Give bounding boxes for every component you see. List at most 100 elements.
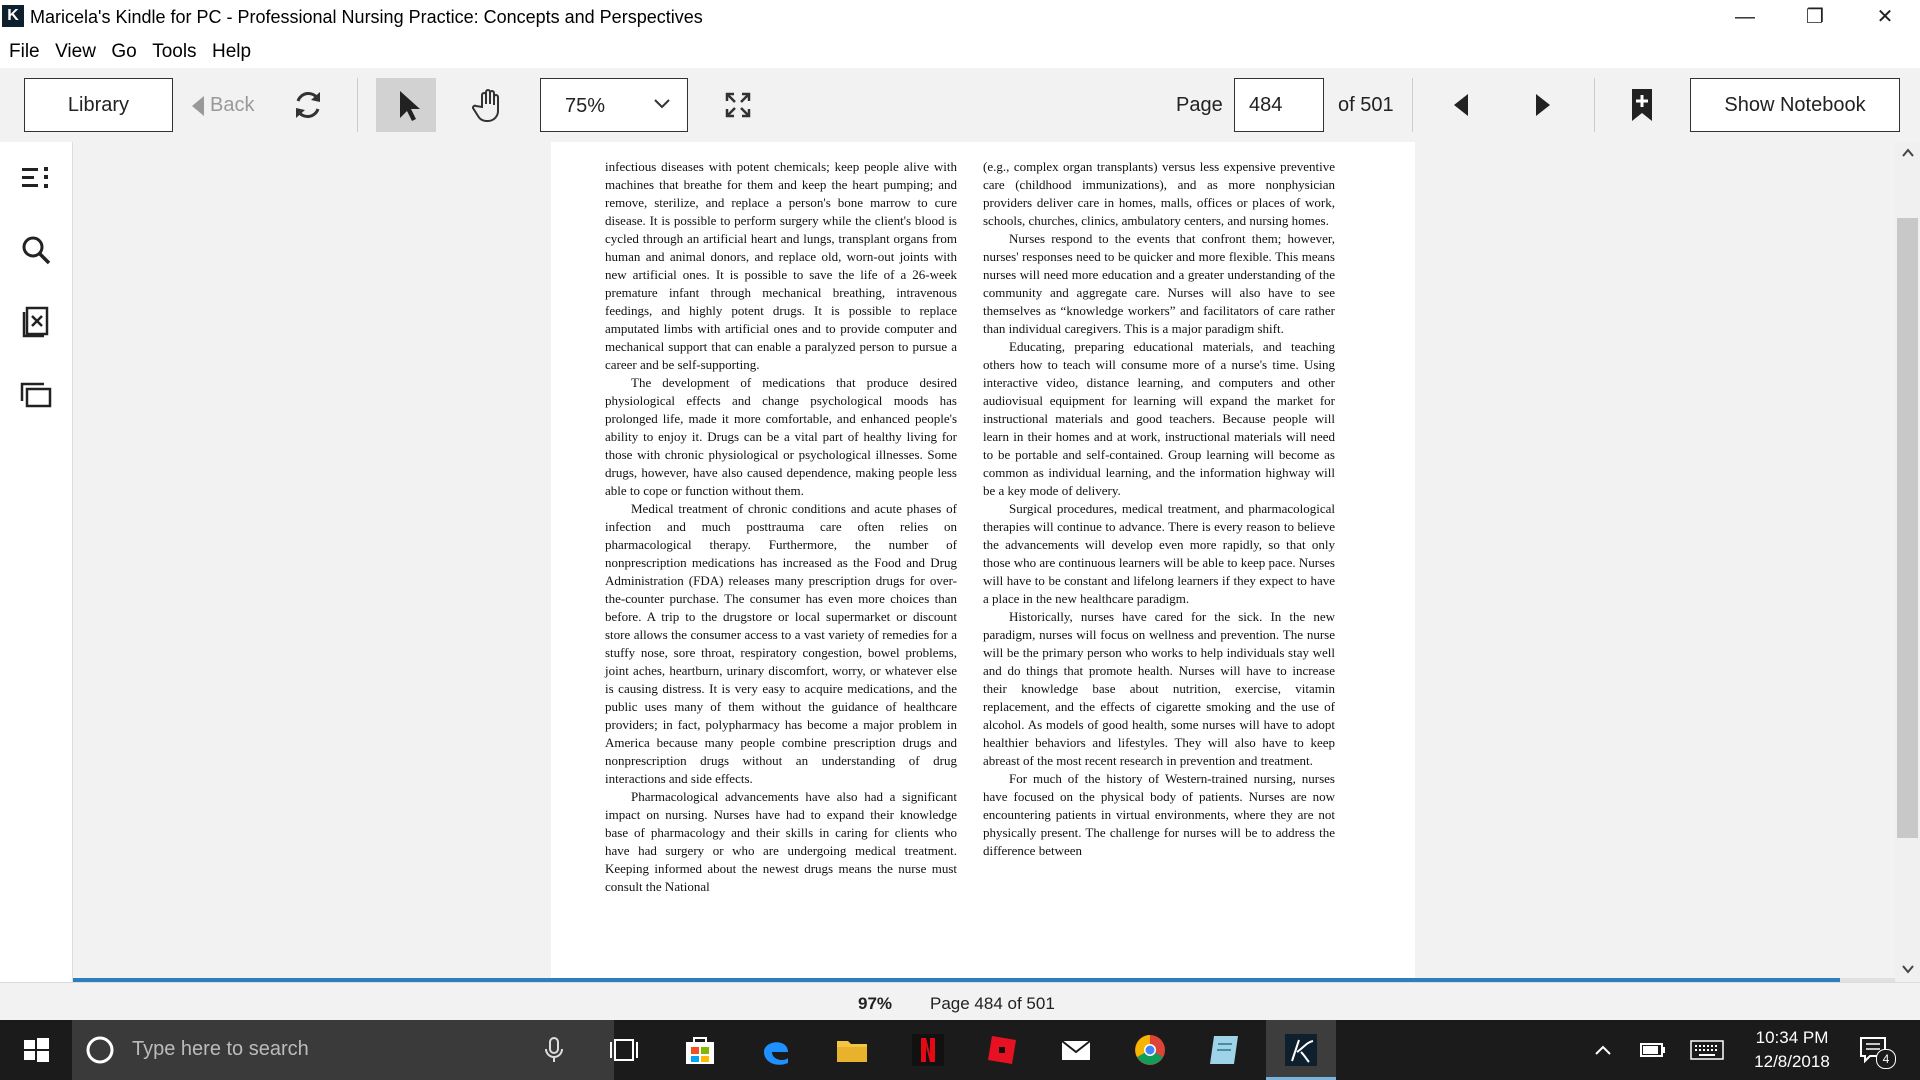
menu-tools[interactable]: Tools [143, 36, 196, 68]
menu-help[interactable]: Help [203, 36, 251, 68]
zoom-select[interactable]: 75% [540, 78, 688, 132]
file-explorer-button[interactable] [834, 1032, 870, 1068]
taskbar-search-box[interactable]: Type here to search [72, 1020, 614, 1080]
battery-icon[interactable] [1640, 1042, 1666, 1058]
start-button[interactable] [18, 1032, 54, 1068]
sidebar [0, 142, 73, 982]
system-clock[interactable]: 10:34 PM 12/8/2018 [1742, 1026, 1842, 1074]
windows-taskbar: Type here to search 10:34 PM 12/8/2018 4 [0, 1020, 1920, 1080]
microphone-icon[interactable] [542, 1036, 566, 1064]
show-notebook-button[interactable]: Show Notebook [1690, 78, 1900, 132]
table-of-contents-icon [22, 167, 48, 188]
netflix-button[interactable] [910, 1032, 946, 1068]
triangle-right-icon [1536, 94, 1550, 116]
restore-button[interactable]: ❐ [1780, 0, 1850, 36]
previous-page-button[interactable] [1444, 88, 1478, 122]
kindle-app-icon: K [2, 5, 24, 27]
red-app-button[interactable] [984, 1032, 1020, 1068]
back-label: Back [210, 94, 255, 116]
mail-envelope-icon [1061, 1040, 1091, 1060]
fullscreen-icon [725, 92, 751, 118]
page-total: of 501 [1338, 94, 1394, 116]
paragraph: Medical treatment of chronic conditions … [605, 501, 957, 786]
hand-tool-button[interactable] [466, 85, 516, 125]
book-page: infectious diseases with potent chemical… [551, 142, 1415, 978]
triangle-left-icon [1454, 94, 1468, 116]
right-text-column: (e.g., complex organ transplants) versus… [983, 158, 1335, 860]
chevron-down-icon [654, 99, 670, 109]
paragraph: For much of the history of Western-train… [983, 771, 1335, 858]
folder-icon [837, 1041, 867, 1062]
percent-read: 97% [858, 994, 893, 1013]
search-placeholder: Type here to search [132, 1038, 309, 1060]
fullscreen-button[interactable] [718, 85, 758, 125]
scrollbar-thumb[interactable] [1897, 218, 1918, 838]
status-page-location: Page 484 of 501 [930, 994, 1055, 1013]
vertical-scrollbar[interactable] [1895, 142, 1920, 982]
select-tool-button[interactable] [376, 78, 436, 132]
bookmark-plus-icon [1632, 89, 1652, 121]
paragraph: The development of medications that prod… [605, 375, 957, 498]
library-button[interactable]: Library [24, 78, 173, 132]
left-text-column: infectious diseases with potent chemical… [605, 158, 957, 896]
minimize-button[interactable]: — [1710, 0, 1780, 36]
next-page-button[interactable] [1526, 88, 1560, 122]
netflix-icon [912, 1034, 944, 1066]
menu-bar: File View Go Tools Help [0, 36, 1920, 68]
notification-count-badge: 4 [1876, 1049, 1896, 1069]
cursor-arrow-icon [400, 91, 420, 121]
scroll-up-icon[interactable] [1901, 148, 1915, 158]
chrome-icon [1135, 1035, 1165, 1065]
menu-view[interactable]: View [46, 36, 96, 68]
edge-icon [764, 1042, 788, 1065]
page-label: Page [1176, 94, 1223, 116]
clock-time: 10:34 PM [1755, 1028, 1829, 1047]
status-bar: 97% Page 484 of 501 [0, 982, 1920, 1021]
window-title: Maricela's Kindle for PC - Professional … [30, 7, 703, 27]
zoom-value: 75% [565, 95, 606, 117]
microsoft-store-button[interactable] [682, 1032, 718, 1068]
chrome-button[interactable] [1132, 1032, 1168, 1068]
paragraph: (e.g., complex organ transplants) versus… [983, 159, 1335, 228]
clock-date: 12/8/2018 [1754, 1052, 1830, 1071]
paragraph: Surgical procedures, medical treatment, … [983, 501, 1335, 606]
hand-icon [472, 89, 499, 122]
menu-go[interactable]: Go [102, 36, 136, 68]
sync-icon [296, 92, 320, 118]
notes-app-button[interactable] [1206, 1032, 1242, 1068]
search-icon [22, 236, 51, 265]
notebook-app-icon [1210, 1036, 1238, 1064]
flashcards-button[interactable] [18, 304, 54, 340]
close-button[interactable]: ✕ [1850, 0, 1920, 36]
store-bag-icon [686, 1037, 714, 1064]
title-bar: K Maricela's Kindle for PC - Professiona… [0, 0, 1920, 36]
action-center-button[interactable]: 4 [1858, 1034, 1896, 1069]
scroll-down-icon[interactable] [1901, 964, 1915, 974]
windows-logo-icon [24, 1038, 49, 1062]
paragraph: Pharmacological advancements have also h… [605, 789, 957, 894]
search-button[interactable] [18, 232, 54, 268]
back-arrow-icon [192, 95, 204, 116]
kindle-icon [1285, 1034, 1317, 1066]
cortana-circle-icon [86, 1036, 114, 1064]
stacked-windows-icon [20, 382, 52, 408]
paragraph: infectious diseases with potent chemical… [605, 159, 957, 372]
keyboard-icon[interactable] [1690, 1040, 1724, 1060]
show-hidden-icons-icon[interactable] [1594, 1044, 1612, 1056]
red-square-app-icon [988, 1036, 1016, 1064]
page-number-input[interactable]: 484 [1234, 78, 1324, 132]
notes-view-button[interactable] [18, 378, 54, 414]
paragraph: Nurses respond to the events that confro… [983, 231, 1335, 336]
menu-file[interactable]: File [0, 36, 40, 68]
task-view-button[interactable] [606, 1032, 642, 1068]
toolbar: Library Back 75% Page 484 of 501 Show No… [0, 68, 1920, 143]
mail-button[interactable] [1058, 1032, 1094, 1068]
table-of-contents-button[interactable] [18, 160, 54, 196]
sync-button[interactable] [290, 85, 326, 125]
edge-browser-button[interactable] [758, 1032, 794, 1068]
paragraph: Historically, nurses have cared for the … [983, 609, 1335, 768]
kindle-taskbar-button[interactable] [1266, 1020, 1336, 1080]
back-button[interactable]: Back [190, 78, 270, 132]
add-bookmark-button[interactable] [1624, 85, 1660, 125]
paragraph: Educating, preparing educational materia… [983, 339, 1335, 498]
